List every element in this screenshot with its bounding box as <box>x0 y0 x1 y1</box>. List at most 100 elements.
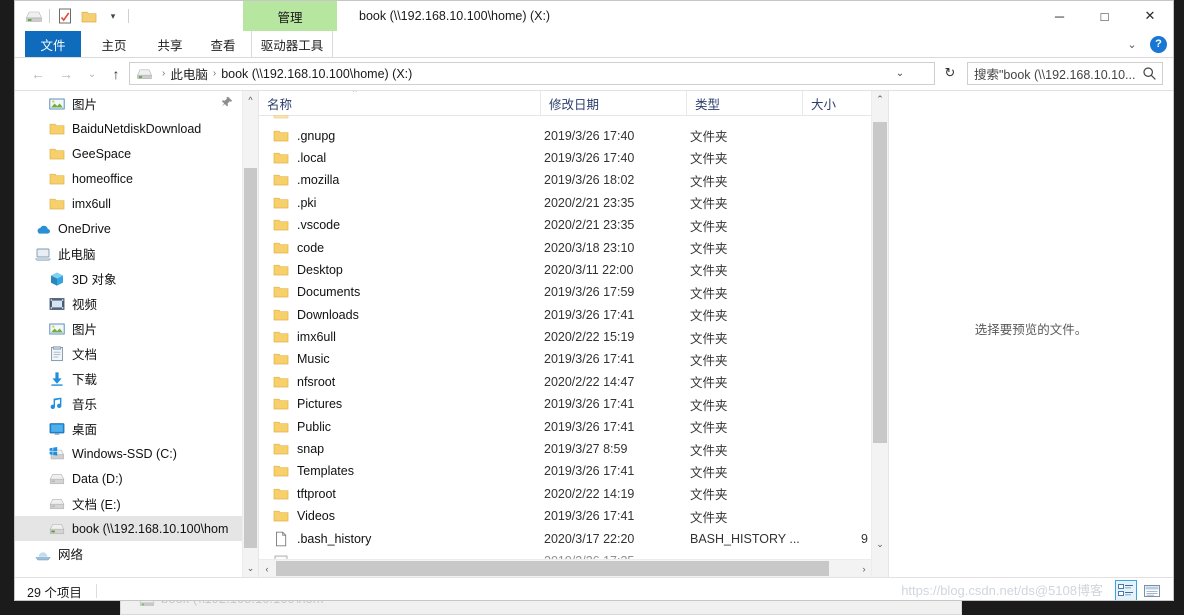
table-row[interactable]: .bash_history 2020/3/17 22:20 BASH_HISTORY… <box>259 527 888 549</box>
desktop-icon <box>49 421 65 437</box>
sidebar-item-e[interactable]: 文档 (E:) <box>15 491 243 516</box>
table-row[interactable]: Videos 2019/3/26 17:41 文件夹 <box>259 505 888 527</box>
table-row[interactable]: Pictures 2019/3/26 17:41 文件夹 <box>259 393 888 415</box>
file-name-label: .pki <box>297 195 317 210</box>
minimize-button[interactable]: ─ <box>1037 1 1082 31</box>
table-row[interactable]: Public 2019/3/26 17:41 文件夹 <box>259 415 888 437</box>
address-dropdown-caret-icon[interactable]: ⌄ <box>890 63 910 84</box>
sidebar-item-baidunetdiskdownload[interactable]: BaiduNetdiskDownload <box>15 116 243 141</box>
table-row[interactable]: Desktop 2020/3/11 22:00 文件夹 <box>259 259 888 281</box>
nav-scroll-down-icon[interactable]: ⌄ <box>243 560 258 577</box>
sidebar-item-book-192-168-10-100-hom[interactable]: book (\\192.168.10.100\hom <box>15 516 243 541</box>
tab-share[interactable]: 共享 <box>143 31 197 57</box>
tab-file[interactable]: 文件 <box>25 31 81 57</box>
file-date-cell: 2019/3/26 17:59 <box>544 285 635 300</box>
table-row[interactable]: .vscode 2020/2/21 23:35 文件夹 <box>259 214 888 236</box>
table-row[interactable]: Documents 2019/3/26 17:59 文件夹 <box>259 281 888 303</box>
sidebar-item-homeoffice[interactable]: homeoffice <box>15 166 243 191</box>
sidebar-item-imx6ull[interactable]: imx6ull <box>15 191 243 216</box>
status-divider <box>95 584 97 598</box>
vscroll-up-icon[interactable]: ⌃ <box>872 91 888 108</box>
maximize-button[interactable]: □ <box>1082 1 1127 31</box>
details-view-button[interactable] <box>1115 580 1137 600</box>
table-row[interactable] <box>259 115 888 124</box>
help-icon[interactable]: ? <box>1150 35 1167 53</box>
sidebar-item-[interactable]: 此电脑 <box>15 241 243 266</box>
table-row[interactable]: .mozilla 2019/3/26 18:02 文件夹 <box>259 169 888 191</box>
network-drive-icon[interactable] <box>25 7 43 25</box>
chevron-down-icon[interactable]: ⌄ <box>1124 36 1140 52</box>
customize-qat-caret-icon[interactable]: ▾ <box>104 7 122 25</box>
tab-view[interactable]: 查看 <box>197 31 249 57</box>
contextual-tab-group-label: 管理 <box>277 10 303 25</box>
sidebar-item-[interactable]: 音乐 <box>15 391 243 416</box>
table-row[interactable]: Templates 2019/3/26 17:41 文件夹 <box>259 460 888 482</box>
file-type-cell: 文件夹 <box>690 130 728 145</box>
sidebar-item-[interactable]: 下载 <box>15 366 243 391</box>
tab-home[interactable]: 主页 <box>87 31 141 57</box>
sidebar-item-[interactable]: 图片 <box>15 316 243 341</box>
nav-scroll-up-icon[interactable]: ^ <box>243 91 258 108</box>
column-header-type[interactable]: 类型 <box>686 91 802 115</box>
drive-icon <box>49 471 65 487</box>
sidebar-item-onedrive[interactable]: OneDrive <box>15 216 243 241</box>
forward-button[interactable]: → <box>55 63 77 85</box>
file-date-cell: 2020/3/17 22:20 <box>544 531 635 546</box>
sidebar-item-geespace[interactable]: GeeSpace <box>15 141 243 166</box>
file-type-cell: 文件夹 <box>690 174 728 189</box>
table-row[interactable]: nfsroot 2020/2/22 14:47 文件夹 <box>259 371 888 393</box>
sidebar-item-[interactable]: 网络 <box>15 541 243 566</box>
hscroll-left-icon[interactable]: ‹ <box>259 560 275 577</box>
recent-locations-caret-icon[interactable]: ⌄ <box>81 63 103 85</box>
large-icons-view-button[interactable] <box>1141 580 1163 600</box>
back-button[interactable]: ← <box>27 63 49 85</box>
sidebar-item-3d[interactable]: 3D 对象 <box>15 266 243 291</box>
navigation-pane-scrollbar[interactable]: ^ ⌄ <box>242 91 258 577</box>
file-date-cell: 2020/2/21 23:35 <box>544 218 635 233</box>
column-header-name[interactable]: 名称 ⌃ <box>259 91 540 115</box>
vscroll-down-icon[interactable]: ⌄ <box>872 536 888 553</box>
table-row[interactable]: imx6ull 2020/2/22 15:19 文件夹 <box>259 326 888 348</box>
sidebar-item-[interactable]: 视频 <box>15 291 243 316</box>
sidebar-item-[interactable]: 文档 <box>15 341 243 366</box>
file-name-cell: .vscode <box>259 217 540 233</box>
address-input[interactable]: › 此电脑 › book (\\192.168.10.100\home) (X:… <box>129 62 935 85</box>
table-row[interactable]: .local 2019/3/26 17:40 文件夹 <box>259 147 888 169</box>
nav-scrollbar-thumb[interactable] <box>244 168 257 548</box>
sidebar-item-[interactable]: 桌面 <box>15 416 243 441</box>
sidebar-item-windows-ssd-c[interactable]: Windows-SSD (C:) <box>15 441 243 466</box>
folder-icon <box>273 307 289 323</box>
properties-icon[interactable] <box>56 7 74 25</box>
file-list-horizontal-scrollbar[interactable]: ‹ › <box>259 559 872 577</box>
hscroll-right-icon[interactable]: › <box>856 560 872 577</box>
table-row[interactable]: Downloads 2019/3/26 17:41 文件夹 <box>259 304 888 326</box>
network-icon <box>35 546 51 562</box>
breadcrumb-separator-1: › <box>212 68 217 79</box>
refresh-icon[interactable]: ↻ <box>941 64 959 82</box>
table-row[interactable]: .pki 2020/2/21 23:35 文件夹 <box>259 192 888 214</box>
breadcrumb-item-book-drive[interactable]: book (\\192.168.10.100\home) (X:) <box>221 67 412 81</box>
vscrollbar-thumb[interactable] <box>873 122 887 443</box>
table-row[interactable]: snap 2019/3/27 8:59 文件夹 <box>259 438 888 460</box>
column-header-date-modified[interactable]: 修改日期 <box>540 91 686 115</box>
table-row[interactable]: code 2020/3/18 23:10 文件夹 <box>259 236 888 258</box>
search-icon[interactable] <box>1142 66 1157 81</box>
close-button[interactable]: ✕ <box>1127 1 1173 31</box>
sidebar-item-data-d[interactable]: Data (D:) <box>15 466 243 491</box>
folder-icon <box>273 441 289 457</box>
table-row[interactable]: tftproot 2020/2/22 14:19 文件夹 <box>259 483 888 505</box>
tab-drive-tools[interactable]: 驱动器工具 <box>251 31 333 57</box>
pin-icon[interactable] <box>221 96 233 108</box>
hscrollbar-thumb[interactable] <box>276 561 829 576</box>
breadcrumb-item-this-pc[interactable]: 此电脑 <box>170 64 208 83</box>
table-row[interactable]: .gnupg 2019/3/26 17:40 文件夹 <box>259 124 888 146</box>
file-name-cell: .local <box>259 150 540 166</box>
sidebar-item-[interactable]: 图片 <box>15 91 243 116</box>
search-input[interactable]: 搜索"book (\\192.168.10.10... <box>967 62 1163 85</box>
file-list-vertical-scrollbar[interactable]: ⌃ ⌄ <box>871 91 888 577</box>
new-folder-icon[interactable] <box>80 7 98 25</box>
up-button[interactable]: ↑ <box>105 63 127 85</box>
file-name-cell <box>259 115 540 121</box>
table-row[interactable]: Music 2019/3/26 17:41 文件夹 <box>259 348 888 370</box>
column-header-size[interactable]: 大小 <box>802 91 873 115</box>
